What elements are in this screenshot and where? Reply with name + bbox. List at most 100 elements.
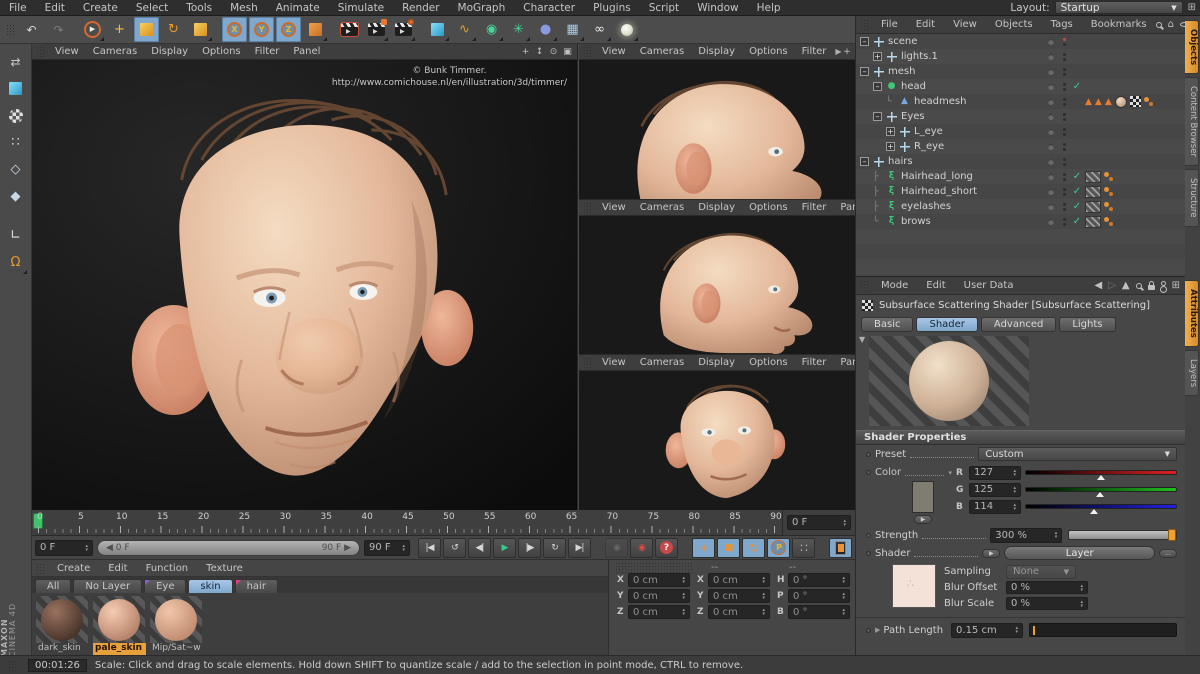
live-selection-icon[interactable]: ▶ xyxy=(80,17,105,42)
menu-script[interactable]: Script xyxy=(640,2,688,14)
channel-g-slider[interactable] xyxy=(1025,487,1177,492)
strength-slider-handle[interactable] xyxy=(1168,529,1176,541)
selection-tag-icon[interactable] xyxy=(1104,186,1114,198)
range-end-field[interactable]: 90 F ▴▾ xyxy=(364,540,410,556)
slider-handle[interactable] xyxy=(1090,509,1098,514)
attribute-manager-grip[interactable] xyxy=(860,280,868,291)
uvw-tag-icon[interactable] xyxy=(1130,96,1141,107)
enabled-check-icon[interactable]: ✓ xyxy=(1069,186,1085,197)
visibility-dots-icon[interactable] xyxy=(1059,158,1069,166)
expand-icon[interactable]: + xyxy=(873,52,882,61)
attribute-menu-user-data[interactable]: User Data xyxy=(955,280,1023,291)
path-expander-icon[interactable]: ▶ xyxy=(875,626,880,634)
key-position-toggle[interactable]: + xyxy=(692,538,715,558)
tree-item-l_eye[interactable]: +L_eye xyxy=(856,124,1185,139)
sampling-select[interactable]: None ▼ xyxy=(1006,565,1076,579)
stepper-icon[interactable]: ▴▾ xyxy=(682,608,685,616)
strength-field[interactable]: 300 % ▴▾ xyxy=(990,528,1062,543)
material-dark-skin[interactable]: dark_skin xyxy=(36,596,89,655)
phong-tag-icon[interactable]: ▲ xyxy=(1095,97,1102,107)
viewport-menu-view[interactable]: View xyxy=(595,357,633,368)
enable-dot-icon[interactable] xyxy=(1048,54,1054,60)
coord-field-z-1[interactable]: 0 cm▴▾ xyxy=(708,605,770,619)
stepper-icon[interactable]: ▴▾ xyxy=(1055,531,1058,539)
phong-tag-icon[interactable]: ▲ xyxy=(1085,97,1092,107)
panel-tab-attributes[interactable]: Attributes xyxy=(1185,280,1199,347)
attribute-menu-edit[interactable]: Edit xyxy=(917,280,954,291)
add-primitive-icon[interactable] xyxy=(425,17,450,42)
dolly-icon[interactable]: ↕ xyxy=(534,47,545,57)
add-spline-icon[interactable]: ∿ xyxy=(452,17,477,42)
stepper-icon[interactable]: ▴▾ xyxy=(85,544,88,552)
tab-basic[interactable]: Basic xyxy=(861,317,913,332)
channel-b-slider[interactable] xyxy=(1025,504,1177,509)
anim-dot-icon[interactable] xyxy=(866,551,871,556)
menu-window[interactable]: Window xyxy=(688,2,747,14)
coord-field-x-1[interactable]: 0 cm▴▾ xyxy=(708,573,770,587)
viewport-grip[interactable] xyxy=(583,46,591,57)
collapse-icon[interactable]: – xyxy=(873,112,882,121)
menu-animate[interactable]: Animate xyxy=(267,2,329,14)
visibility-dots-icon[interactable] xyxy=(1059,188,1069,196)
menu-edit[interactable]: Edit xyxy=(36,2,74,14)
preset-select[interactable]: Custom ▼ xyxy=(978,447,1177,461)
lock-icon[interactable] xyxy=(1148,281,1155,290)
viewport-menu-cameras[interactable]: Cameras xyxy=(633,357,691,368)
layout-select[interactable]: Startup ▼ xyxy=(1055,1,1183,14)
viewport-menu-display[interactable]: Display xyxy=(691,202,742,213)
model-mode-icon[interactable] xyxy=(3,76,28,101)
undo-icon[interactable]: ↶ xyxy=(19,17,44,42)
stepper-icon[interactable]: ▴▾ xyxy=(762,608,765,616)
material-tag-icon[interactable] xyxy=(1085,216,1101,228)
visibility-dots-icon[interactable] xyxy=(1059,173,1069,181)
panel-tab-structure[interactable]: Structure xyxy=(1185,169,1199,227)
layer-tab-no-layer[interactable]: No Layer xyxy=(73,579,142,593)
pan-icon[interactable]: + xyxy=(520,47,531,57)
object-menu-file[interactable]: File xyxy=(872,19,907,30)
timeline-ruler[interactable]: 051015202530354045505560657075808590 0 F… xyxy=(32,510,855,536)
object-menu-view[interactable]: View xyxy=(944,19,986,30)
viewport-menu-filter[interactable]: Filter xyxy=(795,202,834,213)
stepper-icon[interactable]: ▴▾ xyxy=(682,576,685,584)
viewport-menu-options[interactable]: Options xyxy=(742,357,795,368)
shader-preview[interactable] xyxy=(869,336,1029,426)
slider-handle[interactable] xyxy=(1097,475,1105,480)
new-panel-icon[interactable]: ⊞ xyxy=(1172,280,1180,291)
parent-up-icon[interactable]: ▲ xyxy=(1122,280,1130,291)
viewport-menu-display[interactable]: Display xyxy=(691,357,742,368)
visibility-dots-icon[interactable] xyxy=(1059,203,1069,211)
material-tag-icon[interactable] xyxy=(1085,201,1101,213)
enable-dot-icon[interactable] xyxy=(1048,99,1054,105)
expand-icon[interactable]: + xyxy=(886,127,895,136)
viewport-side-2-canvas[interactable] xyxy=(579,216,855,355)
lock-z-icon[interactable]: Z xyxy=(276,17,301,42)
loop-button[interactable]: ↻ xyxy=(543,538,566,558)
goto-start-button[interactable]: |◀ xyxy=(418,538,441,558)
selection-tag-icon[interactable] xyxy=(1104,171,1114,183)
menu-character[interactable]: Character xyxy=(514,2,584,14)
viewport-menu-view[interactable]: View xyxy=(595,46,633,57)
object-menu-objects[interactable]: Objects xyxy=(986,19,1042,30)
collapse-icon[interactable]: – xyxy=(860,37,869,46)
layer-tab-hair[interactable]: hair xyxy=(235,579,278,593)
visibility-dots-icon[interactable] xyxy=(1059,53,1069,61)
history-forward-icon[interactable]: ▷ xyxy=(1108,280,1116,291)
preview-range-slider[interactable]: ◀ 0 F 90 F ▶ xyxy=(97,540,360,556)
shader-more-button[interactable]: ... xyxy=(1159,549,1177,558)
viewport-menu-display[interactable]: Display xyxy=(691,46,742,57)
panel-tab-objects[interactable]: Objects xyxy=(1185,20,1199,74)
slider-handle[interactable] xyxy=(1096,492,1104,497)
axis-mode-icon[interactable]: ∟ xyxy=(3,223,28,248)
record-keyframe-button[interactable]: ◉ xyxy=(630,538,653,558)
enabled-check-icon[interactable]: ✓ xyxy=(1069,201,1085,212)
snap-icon[interactable]: Ω xyxy=(3,250,28,275)
color-expander-icon[interactable]: ▾ xyxy=(948,469,952,477)
texture-tag-icon[interactable] xyxy=(1115,96,1127,108)
shader-layer-button[interactable]: Layer xyxy=(1004,546,1155,560)
attribute-menu-mode[interactable]: Mode xyxy=(872,280,917,291)
points-mode-icon[interactable]: ∷ xyxy=(3,130,28,155)
stepper-icon[interactable]: ▴▾ xyxy=(842,576,845,584)
key-rotation-toggle[interactable]: ↻ xyxy=(742,538,765,558)
lock-x-icon[interactable]: X xyxy=(222,17,247,42)
menu-help[interactable]: Help xyxy=(748,2,790,14)
